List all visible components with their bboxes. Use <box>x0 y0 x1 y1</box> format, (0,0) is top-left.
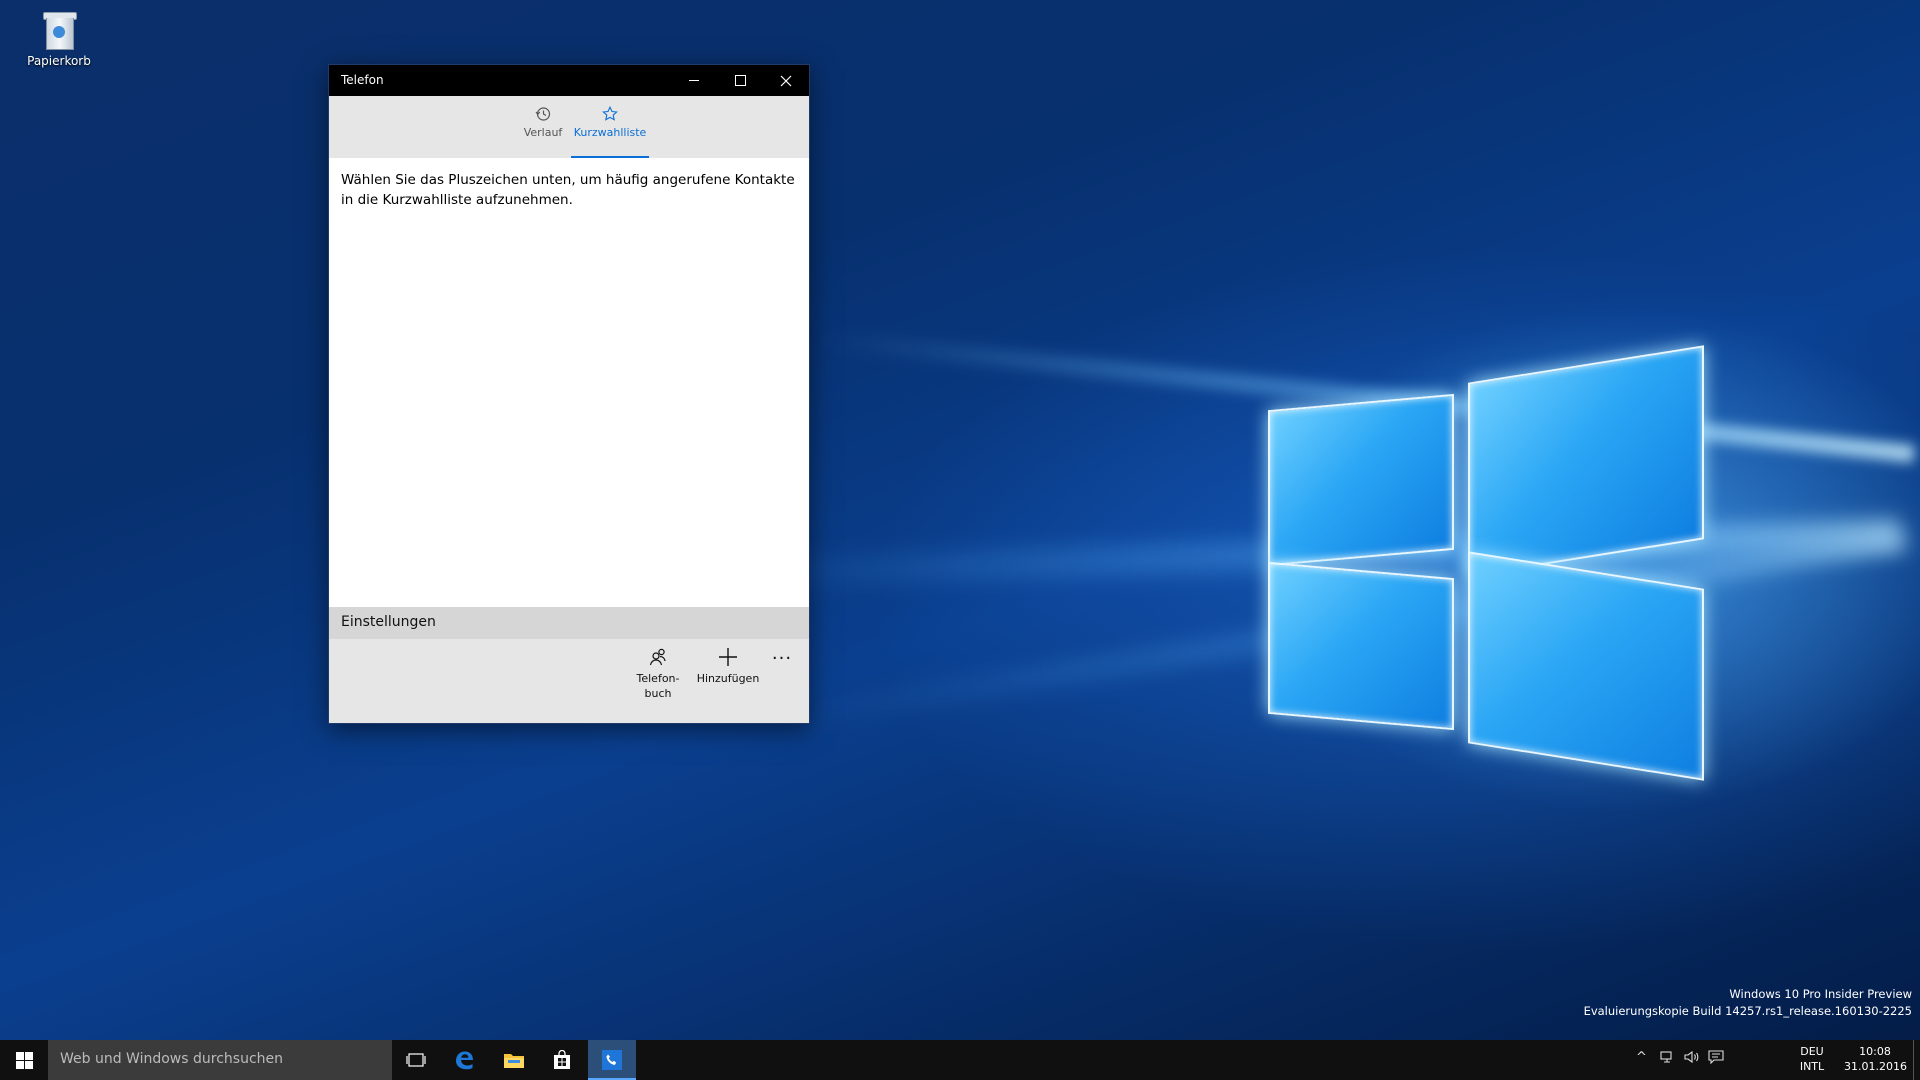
star-icon <box>569 105 651 124</box>
input-language-indicator[interactable]: DEU INTL <box>1794 1044 1830 1074</box>
keyboard-layout: INTL <box>1799 1060 1825 1073</box>
phone-app-taskbar-button[interactable] <box>588 1040 636 1080</box>
store-button[interactable] <box>538 1040 586 1080</box>
phonebook-label-line2: buch <box>644 687 672 700</box>
more-icon: ··· <box>771 648 793 669</box>
phonebook-label-line1: Telefon- <box>636 672 680 685</box>
minimize-icon <box>689 80 699 81</box>
task-view-button[interactable] <box>392 1040 440 1080</box>
task-view-icon <box>406 1053 426 1067</box>
tab-bar: Verlauf Kurzwahlliste <box>329 96 809 158</box>
windows-logo-pane <box>1268 561 1454 731</box>
clock-date: 31.01.2016 <box>1844 1060 1907 1073</box>
contacts-icon <box>627 647 689 669</box>
language-code: DEU <box>1800 1045 1824 1058</box>
minimize-button[interactable] <box>671 65 717 96</box>
phone-icon <box>602 1050 622 1070</box>
clock[interactable]: 10:08 31.01.2016 <box>1844 1044 1907 1074</box>
speed-dial-content: Wählen Sie das Pluszeichen unten, um häu… <box>329 158 809 664</box>
plus-icon <box>691 647 765 669</box>
phone-app-window: Telefon Verlauf Kurzwahlliste Wählen Sie… <box>328 64 810 724</box>
file-explorer-icon <box>504 1054 524 1068</box>
file-explorer-button[interactable] <box>490 1040 538 1080</box>
title-bar[interactable]: Telefon <box>329 65 809 96</box>
edge-button[interactable] <box>440 1040 488 1080</box>
phonebook-button[interactable]: Telefon- buch <box>627 647 689 701</box>
windows-logo-pane <box>1268 393 1454 567</box>
start-button[interactable] <box>0 1040 48 1080</box>
desktop: Papierkorb Telefon Verlauf Kurzwahlliste… <box>0 0 1920 1080</box>
recycle-bin-shortcut[interactable]: Papierkorb <box>18 6 100 68</box>
tab-label: Verlauf <box>523 126 563 139</box>
windows-logo-pane <box>1468 551 1704 781</box>
empty-state-message: Wählen Sie das Pluszeichen unten, um häu… <box>341 172 795 208</box>
add-label: Hinzufügen <box>696 672 760 685</box>
settings-label: Einstellungen <box>341 614 436 630</box>
chevron-up-icon[interactable]: ^ <box>1636 1050 1647 1065</box>
more-options-button[interactable]: ··· <box>767 648 797 669</box>
watermark-build: Evaluierungskopie Build 14257.rs1_releas… <box>1583 1004 1912 1018</box>
action-center-icon[interactable] <box>1708 1050 1724 1068</box>
maximize-icon <box>734 75 746 86</box>
windows-logo-pane <box>1468 345 1704 577</box>
system-tray: ^ DEU INTL 10:08 31.01.2016 <box>1630 1040 1920 1080</box>
show-desktop-button[interactable] <box>1913 1040 1920 1080</box>
recycle-bin-label: Papierkorb <box>27 54 91 68</box>
tab-label: Kurzwahlliste <box>573 126 647 139</box>
volume-icon[interactable] <box>1684 1050 1700 1068</box>
clock-time: 10:08 <box>1859 1045 1891 1058</box>
edge-icon <box>456 1051 473 1070</box>
build-watermark: Windows 10 Pro Insider Preview Evaluieru… <box>1584 986 1912 1020</box>
add-button[interactable]: Hinzufügen <box>691 647 765 686</box>
windows-start-icon <box>15 1051 33 1069</box>
network-icon[interactable] <box>1660 1050 1676 1068</box>
tab-kurzwahlliste[interactable]: Kurzwahlliste <box>569 96 651 158</box>
taskbar: Web und Windows durchsuchen ^ DEU INTL 1… <box>0 1040 1920 1080</box>
store-icon <box>554 1050 570 1069</box>
close-button[interactable] <box>763 65 809 96</box>
watermark-edition: Windows 10 Pro Insider Preview <box>1729 987 1912 1001</box>
close-icon <box>780 75 792 86</box>
recycle-bin-icon <box>42 10 77 50</box>
search-placeholder: Web und Windows durchsuchen <box>60 1051 284 1067</box>
maximize-button[interactable] <box>717 65 763 96</box>
settings-item[interactable]: Einstellungen <box>329 607 809 639</box>
command-bar: Telefon- buch Hinzufügen ··· <box>329 639 809 723</box>
window-title: Telefon <box>341 73 384 87</box>
search-box[interactable]: Web und Windows durchsuchen <box>48 1040 392 1080</box>
